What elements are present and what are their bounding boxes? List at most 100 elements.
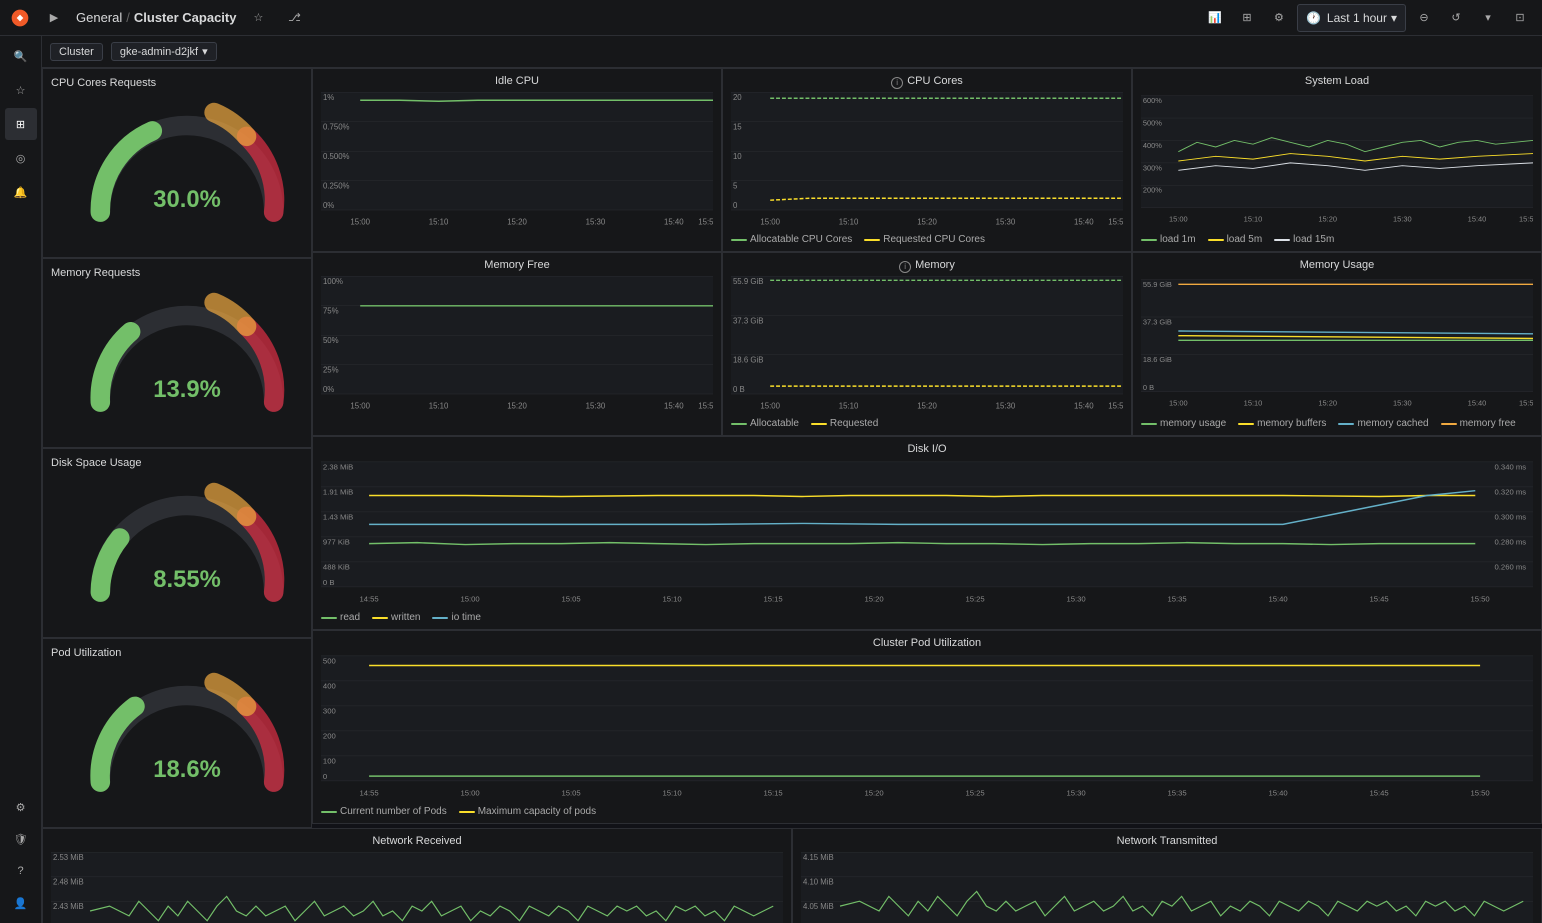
- svg-text:55.9 GiB: 55.9 GiB: [733, 277, 763, 286]
- svg-text:15:35: 15:35: [1167, 788, 1186, 797]
- table-icon[interactable]: ⊞: [1233, 4, 1261, 32]
- network-transmitted-title: Network Transmitted: [801, 835, 1533, 847]
- app-logo: [8, 6, 32, 30]
- refresh-options-icon[interactable]: ▾: [1474, 4, 1502, 32]
- svg-text:30.0%: 30.0%: [153, 186, 221, 213]
- svg-text:15:50: 15:50: [1519, 215, 1533, 224]
- svg-text:15:40: 15:40: [664, 218, 684, 227]
- svg-text:18.6 GiB: 18.6 GiB: [1143, 355, 1172, 364]
- svg-text:500: 500: [323, 657, 336, 666]
- network-transmitted-chart: 4.15 MiB 4.10 MiB 4.05 MiB 4.01 MiB 3.96…: [801, 851, 1533, 923]
- svg-text:50%: 50%: [323, 336, 339, 345]
- memory-usage-legend: memory usage memory buffers memory cache…: [1141, 418, 1533, 429]
- sidebar-item-help[interactable]: ?: [5, 855, 37, 887]
- breadcrumb: General / Cluster Capacity: [76, 10, 236, 25]
- legend-load15m-color: [1274, 239, 1290, 241]
- sidebar-item-alerts[interactable]: 🔔: [5, 176, 37, 208]
- network-received-panel: Network Received 2.53 MiB 2.48 MiB 2.43 …: [42, 828, 792, 923]
- svg-text:15:40: 15:40: [1074, 402, 1094, 411]
- svg-text:37.3 GiB: 37.3 GiB: [733, 316, 763, 325]
- sidebar-item-starred[interactable]: ☆: [5, 74, 37, 106]
- disk-io-title: Disk I/O: [321, 443, 1533, 455]
- svg-text:0.320 ms: 0.320 ms: [1495, 488, 1527, 497]
- memory-requests-gauge-container: 13.9%: [77, 283, 277, 413]
- sidebar-item-shield[interactable]: 🛡: [5, 823, 37, 855]
- svg-text:15:50: 15:50: [1108, 402, 1123, 411]
- svg-text:15:10: 15:10: [662, 594, 681, 603]
- svg-text:15:05: 15:05: [561, 788, 580, 797]
- zoom-out-icon[interactable]: ⊖: [1410, 4, 1438, 32]
- cluster-filter-badge[interactable]: Cluster: [50, 43, 103, 61]
- svg-text:1%: 1%: [323, 93, 334, 102]
- sidebar-toggle[interactable]: ▶: [40, 4, 68, 32]
- refresh-icon[interactable]: ↺: [1442, 4, 1470, 32]
- subbar: Cluster gke-admin-d2jkf ▾: [42, 36, 1542, 68]
- memory-title: Memory: [915, 259, 955, 271]
- legend-io-time: io time: [432, 612, 480, 623]
- system-load-panel: System Load 600% 500% 400% 300% 200%: [1132, 68, 1542, 252]
- legend-allocatable-color: [731, 239, 747, 241]
- main-content: CPU Cores Requests 30.0%: [42, 68, 1542, 923]
- svg-text:14:55: 14:55: [359, 594, 378, 603]
- svg-text:15:00: 15:00: [760, 402, 780, 411]
- sidebar-item-search[interactable]: 🔍: [5, 40, 37, 72]
- svg-text:15:10: 15:10: [1244, 399, 1263, 408]
- legend-load5m: load 5m: [1208, 234, 1263, 245]
- svg-text:2.48 MiB: 2.48 MiB: [53, 878, 84, 887]
- breadcrumb-sep: /: [126, 10, 130, 25]
- sidebar-item-dashboards[interactable]: ⊞: [5, 108, 37, 140]
- cpu-cores-info-icon[interactable]: i: [891, 77, 903, 89]
- disk-space-gauge-title: Disk Space Usage: [51, 457, 142, 469]
- star-icon[interactable]: ☆: [244, 4, 272, 32]
- sidebar-item-settings[interactable]: ⚙: [5, 791, 37, 823]
- legend-mem-buffers: memory buffers: [1238, 418, 1326, 429]
- svg-text:15:20: 15:20: [864, 594, 883, 603]
- svg-text:15:40: 15:40: [1268, 594, 1287, 603]
- share-icon[interactable]: ⎇: [280, 4, 308, 32]
- settings-icon[interactable]: ⚙: [1265, 4, 1293, 32]
- svg-text:0%: 0%: [323, 385, 334, 394]
- svg-text:15:50: 15:50: [698, 402, 713, 411]
- svg-text:15:20: 15:20: [917, 218, 937, 227]
- cluster-pod-panel: Cluster Pod Utilization 500 400 300 200 …: [312, 630, 1542, 824]
- svg-text:15:10: 15:10: [662, 788, 681, 797]
- svg-text:15:20: 15:20: [1318, 215, 1337, 224]
- memory-usage-panel: Memory Usage 55.9 GiB 37.3 GiB 18.6 GiB …: [1132, 252, 1542, 436]
- svg-text:15:40: 15:40: [1468, 215, 1487, 224]
- memory-info-icon[interactable]: i: [899, 261, 911, 273]
- svg-text:1.91 MiB: 1.91 MiB: [323, 488, 353, 497]
- topbar: ▶ General / Cluster Capacity ☆ ⎇ 📊 ⊞ ⚙ 🕐…: [0, 0, 1542, 36]
- system-load-chart: 600% 500% 400% 300% 200% 15:00 15:10 1: [1141, 91, 1533, 231]
- svg-text:15:00: 15:00: [460, 594, 479, 603]
- svg-text:15:50: 15:50: [1470, 788, 1489, 797]
- svg-text:15:30: 15:30: [1066, 594, 1085, 603]
- cpu-cores-chart: 20 15 10 5 0 15:00 15:10 15:20 15:30 15:: [731, 91, 1123, 231]
- svg-text:100: 100: [323, 757, 336, 766]
- legend-load5m-color: [1208, 239, 1224, 241]
- system-load-title: System Load: [1141, 75, 1533, 87]
- svg-text:200%: 200%: [1143, 186, 1162, 195]
- network-transmitted-panel: Network Transmitted 4.15 MiB 4.10 MiB 4.…: [792, 828, 1542, 923]
- svg-text:100%: 100%: [323, 277, 343, 286]
- svg-text:15:40: 15:40: [1268, 788, 1287, 797]
- topbar-right-icons: 📊 ⊞ ⚙ 🕐 Last 1 hour ▾ ⊖ ↺ ▾ ⊡: [1201, 4, 1534, 32]
- idle-cpu-panel: Idle CPU 1% 0.750% 0.500% 0.250%: [312, 68, 722, 252]
- svg-text:15:15: 15:15: [763, 594, 782, 603]
- node-selector[interactable]: gke-admin-d2jkf ▾: [111, 42, 217, 61]
- svg-text:15:20: 15:20: [507, 218, 527, 227]
- tv-icon[interactable]: ⊡: [1506, 4, 1534, 32]
- svg-text:15:30: 15:30: [996, 402, 1016, 411]
- svg-text:2.53 MiB: 2.53 MiB: [53, 853, 84, 862]
- svg-text:4.05 MiB: 4.05 MiB: [803, 902, 834, 911]
- svg-text:15:00: 15:00: [760, 218, 780, 227]
- cluster-pod-chart: 500 400 300 200 100 0 14:55 15:00 15:05 …: [321, 653, 1533, 803]
- bar-chart-icon[interactable]: 📊: [1201, 4, 1229, 32]
- sidebar-item-explore[interactable]: ◎: [5, 142, 37, 174]
- svg-text:500%: 500%: [1143, 119, 1162, 128]
- svg-text:0.250%: 0.250%: [323, 181, 350, 190]
- sidebar-item-user[interactable]: 👤: [5, 887, 37, 919]
- time-range-picker[interactable]: 🕐 Last 1 hour ▾: [1297, 4, 1406, 32]
- svg-text:15:10: 15:10: [429, 402, 449, 411]
- svg-text:25%: 25%: [323, 365, 339, 374]
- disk-io-chart: 2.38 MiB 1.91 MiB 1.43 MiB 977 KiB 488 K…: [321, 459, 1533, 609]
